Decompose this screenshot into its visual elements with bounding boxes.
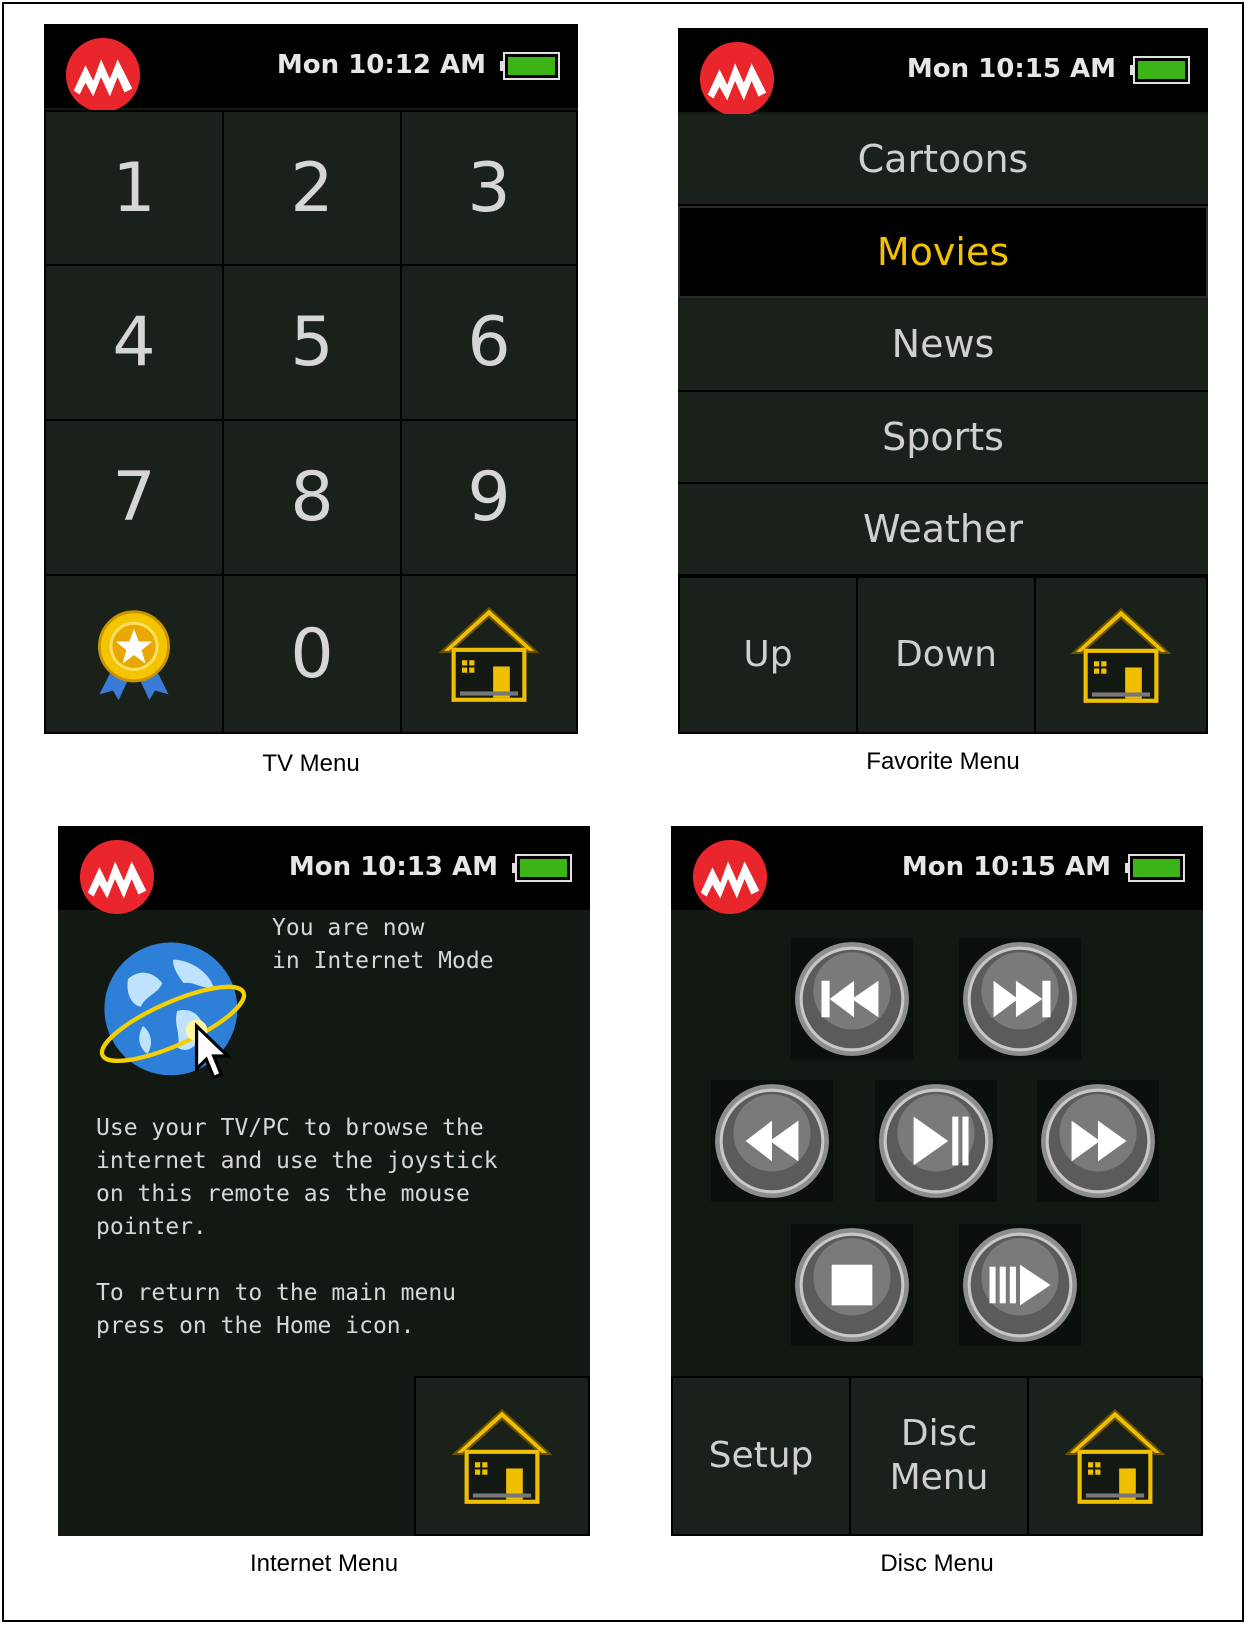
microchip-logo-icon	[691, 838, 769, 916]
favorite-button[interactable]	[44, 574, 224, 734]
favorite-item-sports[interactable]: Sports	[678, 392, 1208, 484]
battery-icon	[512, 854, 572, 882]
key-2[interactable]: 2	[222, 110, 402, 266]
status-bar: Mon 10:15 AM	[678, 28, 1208, 112]
battery-icon	[1125, 854, 1185, 882]
play-pause-button[interactable]	[875, 1080, 997, 1202]
tv-menu-caption: TV Menu	[262, 750, 360, 777]
disc-menu-button[interactable]: Disc Menu	[849, 1376, 1029, 1536]
status-bar: Mon 10:13 AM	[58, 826, 590, 910]
key-3[interactable]: 3	[400, 110, 578, 266]
favorite-menu-caption: Favorite Menu	[866, 748, 1020, 775]
clock-text: Mon 10:12 AM	[276, 50, 486, 80]
key-4[interactable]: 4	[44, 264, 224, 421]
disc-menu-screen: Mon 10:15 AM Setup Disc Menu	[671, 826, 1203, 1536]
skip-back-button[interactable]	[791, 938, 913, 1060]
stop-button[interactable]	[791, 1224, 913, 1346]
key-8[interactable]: 8	[222, 419, 402, 576]
home-button[interactable]	[400, 574, 578, 734]
favorite-item-weather[interactable]: Weather	[678, 484, 1208, 576]
disc-menu-caption: Disc Menu	[880, 1550, 994, 1577]
key-7[interactable]: 7	[44, 419, 224, 576]
favorite-item-cartoons[interactable]: Cartoons	[678, 114, 1208, 206]
status-bar: Mon 10:15 AM	[671, 826, 1203, 910]
favorite-item-movies[interactable]: Movies	[678, 206, 1208, 298]
home-button[interactable]	[414, 1376, 590, 1536]
clock-text: Mon 10:15 AM	[901, 852, 1111, 882]
key-1[interactable]: 1	[44, 110, 224, 266]
internet-menu-caption: Internet Menu	[249, 1550, 399, 1577]
up-button[interactable]: Up	[678, 576, 858, 734]
home-icon	[1063, 1404, 1167, 1508]
tv-menu-screen: Mon 10:12 AM 1 2 3 4 5 6 7 8 9 0	[44, 24, 578, 734]
down-button[interactable]: Down	[856, 576, 1036, 734]
status-bar: Mon 10:12 AM	[44, 24, 578, 108]
microchip-logo-icon	[78, 838, 156, 916]
home-icon	[450, 1404, 554, 1508]
home-icon	[437, 602, 541, 706]
battery-icon	[1130, 56, 1190, 84]
stop-icon	[831, 1264, 873, 1306]
setup-button[interactable]: Setup	[671, 1376, 851, 1536]
key-5[interactable]: 5	[222, 264, 402, 421]
battery-icon	[500, 52, 560, 80]
internet-instructions: Use your TV/PC to browse the internet an…	[96, 1115, 498, 1339]
favorite-item-news[interactable]: News	[678, 298, 1208, 392]
slow-play-button[interactable]	[959, 1224, 1081, 1346]
internet-menu-screen: Mon 10:13 AM You are now in Internet Mod…	[58, 826, 590, 1536]
rewind-button[interactable]	[711, 1080, 833, 1202]
internet-mode-text: You are now in Internet Mode	[272, 915, 494, 974]
disc-menu-label-line1: Disc	[900, 1413, 978, 1454]
home-button[interactable]	[1034, 576, 1208, 734]
key-0[interactable]: 0	[222, 574, 402, 734]
favorite-menu-screen: Mon 10:15 AM Cartoons Movies News Sports…	[678, 28, 1208, 734]
key-9[interactable]: 9	[400, 419, 578, 576]
skip-forward-button[interactable]	[959, 938, 1081, 1060]
microchip-logo-icon	[64, 36, 142, 114]
disc-menu-label-line2: Menu	[889, 1457, 989, 1498]
home-icon	[1069, 603, 1173, 707]
key-6[interactable]: 6	[400, 264, 578, 421]
fast-forward-button[interactable]	[1037, 1080, 1159, 1202]
home-button[interactable]	[1027, 1376, 1203, 1536]
clock-text: Mon 10:13 AM	[288, 852, 498, 882]
microchip-logo-icon	[698, 40, 776, 118]
clock-text: Mon 10:15 AM	[906, 54, 1116, 84]
award-ribbon-icon	[86, 606, 182, 702]
globe-cursor-icon	[98, 936, 248, 1086]
